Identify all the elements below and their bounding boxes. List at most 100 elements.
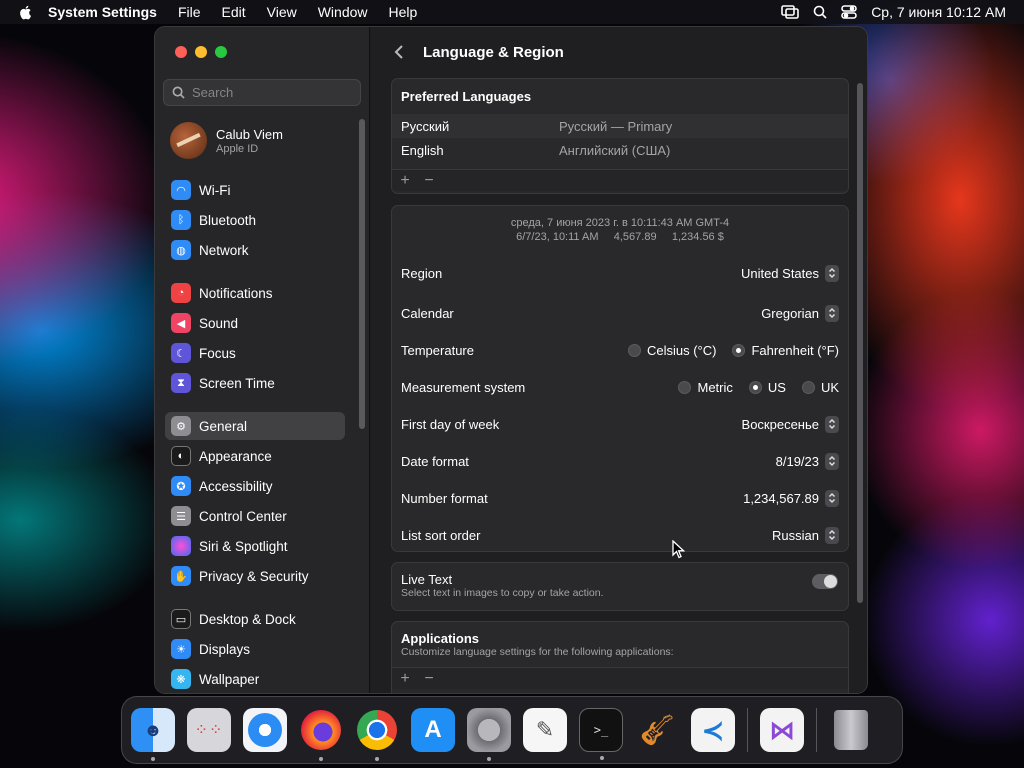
close-button[interactable] [175, 46, 187, 58]
back-chevron-icon[interactable] [393, 45, 407, 59]
sidebar-item-label: Screen Time [199, 375, 275, 391]
sidebar-scrollbar[interactable] [359, 119, 365, 429]
trash-icon[interactable] [829, 708, 873, 752]
preferred-languages-header: Preferred Languages [401, 89, 532, 104]
celsius-radio[interactable]: Celsius (°C) [627, 342, 717, 358]
spotlight-search-icon[interactable] [813, 5, 827, 19]
sidebar-item-label: Focus [199, 345, 236, 361]
menu-file[interactable]: File [178, 4, 201, 20]
metric-label: Metric [697, 379, 733, 395]
sidebar-item-label: Displays [199, 641, 251, 657]
metric-radio[interactable]: Metric [678, 379, 733, 395]
screen-mirroring-icon[interactable] [781, 5, 799, 19]
garageband-icon[interactable]: 🎸︎ [635, 708, 679, 752]
menu-window[interactable]: Window [318, 4, 368, 20]
sidebar-item-notifications[interactable]: ◔ Notifications [165, 279, 345, 307]
language-value: Английский (США) [559, 142, 671, 158]
live-text-card: Live Text Select text in images to copy … [391, 562, 849, 611]
first-day-label: First day of week [401, 416, 500, 432]
first-day-popup[interactable]: Воскресенье [742, 415, 839, 433]
updown-chevron-icon [825, 526, 839, 544]
visual-studio-icon[interactable]: ⋈ [760, 708, 804, 752]
sidebar-item-bluetooth[interactable]: ᛒ Bluetooth [165, 206, 345, 234]
zoom-button[interactable] [215, 46, 227, 58]
sort-order-popup[interactable]: Russian [772, 526, 839, 544]
sort-order-row: List sort order Russian [401, 523, 839, 547]
uk-label: UK [820, 379, 839, 395]
sidebar-item-privacy-security[interactable]: ✋ Privacy & Security [165, 562, 345, 590]
safari-icon[interactable] [243, 708, 287, 752]
sidebar-item-wifi[interactable]: ◠ Wi-Fi [165, 176, 345, 204]
menu-clock[interactable]: Ср, 7 июня 10:12 AM [871, 4, 1006, 20]
sidebar-item-focus[interactable]: ☾ Focus [165, 339, 345, 367]
sidebar-item-label: Appearance [199, 448, 272, 464]
chrome-icon[interactable] [355, 708, 399, 761]
first-day-row: First day of week Воскресенье [401, 412, 839, 436]
textedit-icon[interactable]: ✎ [523, 708, 567, 752]
search-input[interactable]: Search [163, 79, 361, 106]
vscode-icon[interactable]: ≺ [691, 708, 735, 752]
number-format-popup[interactable]: 1,234,567.89 [743, 489, 839, 507]
hand-icon: ✋ [171, 566, 191, 586]
add-application-button[interactable]: + [398, 670, 412, 688]
sidebar-item-general[interactable]: ⚙ General [165, 412, 345, 440]
menu-app-name[interactable]: System Settings [48, 4, 157, 20]
language-list-controls: + − [392, 169, 848, 191]
sidebar-item-accessibility[interactable]: ✪ Accessibility [165, 472, 345, 500]
app-store-icon[interactable]: A [411, 708, 455, 752]
menu-view[interactable]: View [267, 4, 297, 20]
language-row[interactable]: Русский Русский — Primary [392, 114, 848, 138]
bell-icon: ◔ [171, 283, 191, 303]
fahrenheit-radio[interactable]: Fahrenheit (°F) [732, 343, 839, 358]
add-language-button[interactable]: + [398, 172, 412, 190]
number-format-label: Number format [401, 490, 488, 506]
updown-chevron-icon [825, 304, 839, 322]
sidebar-item-desktop-dock[interactable]: ▭ Desktop & Dock [165, 605, 345, 633]
region-label: Region [401, 265, 443, 281]
sidebar-item-appearance[interactable]: ◐ Appearance [165, 442, 345, 470]
celsius-label: Celsius (°C) [646, 342, 717, 358]
live-text-description: Select text in images to copy or take ac… [401, 587, 604, 599]
finder-icon[interactable]: ☻ [131, 708, 175, 761]
sidebar-item-network[interactable]: ◍ Network [165, 236, 345, 264]
speaker-icon: ◀ [171, 313, 191, 333]
us-radio[interactable]: US [748, 379, 786, 395]
minimize-button[interactable] [195, 46, 207, 58]
sidebar-item-displays[interactable]: ☀ Displays [165, 635, 345, 663]
control-center-icon[interactable] [841, 5, 857, 19]
sidebar-item-wallpaper[interactable]: ❋ Wallpaper [165, 665, 345, 693]
sidebar-item-sound[interactable]: ◀ Sound [165, 309, 345, 337]
region-popup[interactable]: United States [741, 264, 839, 282]
terminal-icon[interactable]: >_ [579, 708, 623, 760]
remove-application-button[interactable]: − [422, 670, 436, 688]
sidebar-item-label: Siri & Spotlight [199, 538, 288, 554]
launchpad-icon[interactable]: ⁘⁘ [187, 708, 231, 752]
sidebar-item-siri-spotlight[interactable]: Siri & Spotlight [165, 532, 345, 560]
menu-help[interactable]: Help [389, 4, 418, 20]
page-title: Language & Region [423, 43, 564, 61]
temperature-row: Temperature Celsius (°C) Fahrenheit (°F) [401, 338, 839, 362]
sidebar-item-control-center[interactable]: ☰ Control Center [165, 502, 345, 530]
content-scrollbar[interactable] [857, 83, 863, 603]
calendar-label: Calendar [401, 305, 454, 321]
date-format-popup[interactable]: 8/19/23 [776, 452, 839, 470]
apple-id-profile[interactable]: Calub Viem Apple ID [170, 122, 283, 159]
sidebar-item-label: Bluetooth [199, 212, 257, 228]
system-settings-icon[interactable] [467, 708, 511, 761]
firefox-icon[interactable] [299, 708, 343, 761]
language-row[interactable]: English Английский (США) [392, 138, 848, 162]
us-label: US [767, 379, 786, 395]
gear-icon: ⚙ [171, 416, 191, 436]
apple-icon[interactable] [18, 4, 34, 20]
calendar-popup[interactable]: Gregorian [761, 304, 839, 322]
region-settings-card: среда, 7 июня 2023 г. в 10:11:43 AM GMT-… [391, 205, 849, 552]
applications-list-controls: + − [392, 667, 848, 689]
sidebar-item-screen-time[interactable]: ⧗ Screen Time [165, 369, 345, 397]
live-text-toggle[interactable] [812, 574, 838, 589]
menu-edit[interactable]: Edit [222, 4, 246, 20]
number-format-row: Number format 1,234,567.89 [401, 486, 839, 510]
measurement-label: Measurement system [401, 379, 526, 395]
avatar [170, 122, 207, 159]
uk-radio[interactable]: UK [801, 379, 839, 395]
remove-language-button[interactable]: − [422, 172, 436, 190]
